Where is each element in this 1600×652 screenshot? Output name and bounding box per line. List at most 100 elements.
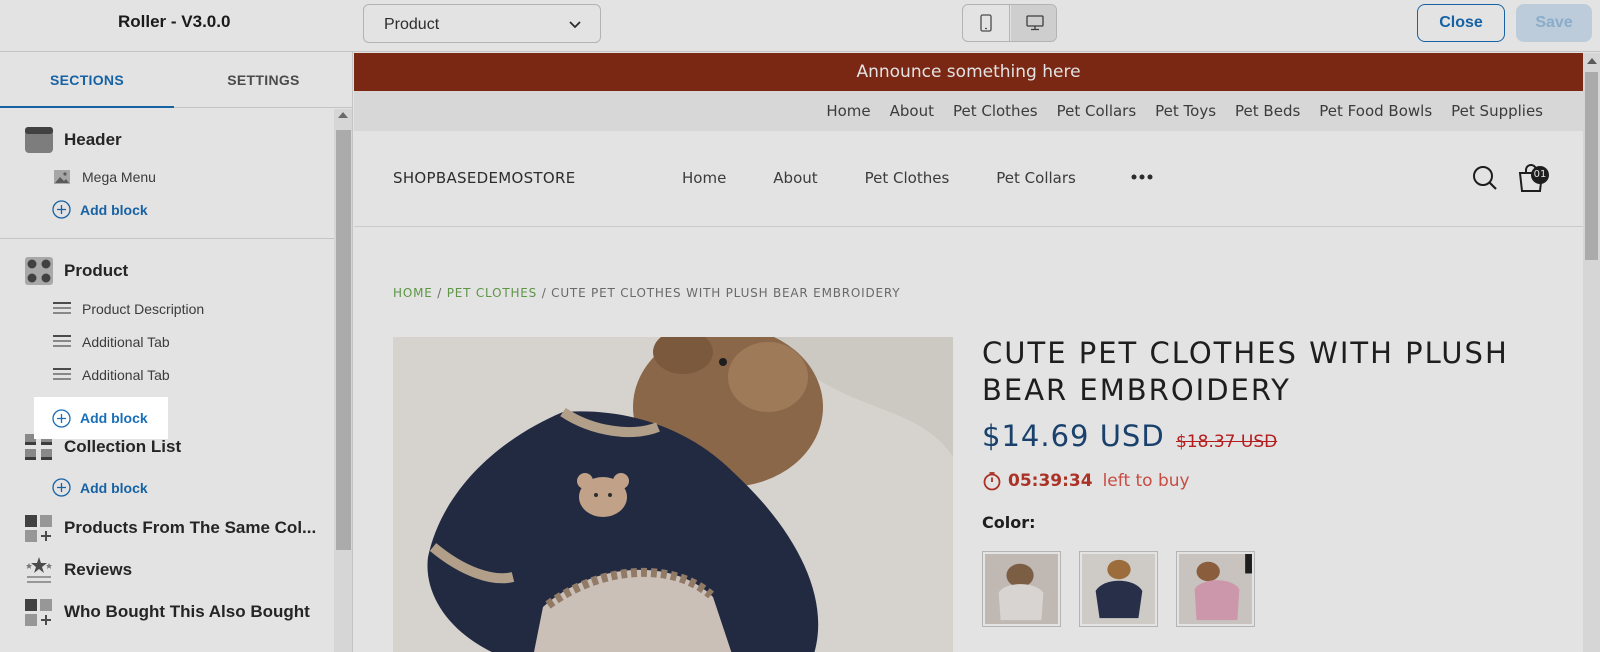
product-image[interactable]: [393, 337, 953, 652]
divider: [0, 238, 334, 239]
block-label: Additional Tab: [82, 367, 170, 383]
top-nav-pet-toys[interactable]: Pet Toys: [1155, 102, 1216, 120]
section-label: Reviews: [64, 560, 133, 579]
breadcrumb-category[interactable]: PET CLOTHES: [447, 286, 537, 300]
image-icon: [52, 167, 72, 187]
sections-panel: SECTIONS SETTINGS Header Mega Menu Add b…: [0, 52, 353, 652]
add-block-label: Add block: [80, 479, 148, 496]
preview-scroll-thumb[interactable]: [1585, 72, 1598, 260]
add-block-product[interactable]: Add block: [34, 397, 168, 439]
main-nav-pet-collars[interactable]: Pet Collars: [996, 169, 1076, 187]
color-swatch-navy[interactable]: [1079, 551, 1158, 627]
swatch-image: [985, 554, 1058, 624]
stopwatch-icon: [983, 472, 1001, 491]
store-header: SHOPBASEDEMOSTORE Home About Pet Clothes…: [354, 131, 1583, 227]
block-additional-tab[interactable]: Additional Tab: [52, 332, 170, 352]
close-button[interactable]: Close: [1417, 4, 1505, 42]
color-swatch-white[interactable]: [982, 551, 1061, 627]
app-title: Roller - V3.0.0: [118, 12, 231, 31]
chevron-down-icon: [569, 21, 581, 29]
color-label: Color:: [982, 513, 1036, 532]
store-preview: Announce something here Home About Pet C…: [354, 53, 1583, 652]
breadcrumb-home[interactable]: HOME: [393, 286, 433, 300]
breadcrumb-separator: /: [537, 286, 552, 300]
search-icon[interactable]: [1472, 165, 1498, 191]
text-lines-icon: [52, 332, 72, 352]
color-swatch-pink[interactable]: [1176, 551, 1255, 627]
top-nav-home[interactable]: Home: [826, 102, 870, 120]
top-nav-pet-food-bowls[interactable]: Pet Food Bowls: [1319, 102, 1432, 120]
section-products-same-collection[interactable]: Products From The Same Col...: [24, 513, 316, 543]
main-nav-pet-clothes[interactable]: Pet Clothes: [865, 169, 950, 187]
product-grid-plus-icon: [24, 513, 54, 543]
save-button[interactable]: Save: [1516, 4, 1592, 42]
section-reviews[interactable]: Reviews: [24, 555, 132, 585]
plus-circle-icon: [52, 408, 71, 428]
panel-scroll-thumb[interactable]: [336, 130, 351, 550]
top-nav-pet-collars[interactable]: Pet Collars: [1057, 102, 1137, 120]
product-grid-plus-icon: [24, 597, 54, 627]
block-product-description[interactable]: Product Description: [52, 299, 204, 319]
cart-count-badge: 01: [1531, 166, 1549, 184]
countdown-suffix: left to buy: [1102, 471, 1190, 491]
header-section-icon: [24, 125, 54, 155]
breadcrumb-current: CUTE PET CLOTHES WITH PLUSH BEAR EMBROID…: [551, 286, 901, 300]
section-header[interactable]: Header: [24, 125, 122, 155]
plus-circle-icon: [52, 200, 71, 219]
desktop-view-button[interactable]: [1011, 5, 1056, 41]
editor-toolbar: Roller - V3.0.0 Product Close Save: [0, 0, 1600, 52]
section-who-bought[interactable]: Who Bought This Also Bought: [24, 597, 310, 627]
add-block-header[interactable]: Add block: [52, 200, 148, 219]
mobile-icon: [980, 14, 992, 32]
top-nav-pet-supplies[interactable]: Pet Supplies: [1451, 102, 1543, 120]
desktop-icon: [1025, 15, 1044, 31]
section-product[interactable]: Product: [24, 256, 128, 286]
tab-settings[interactable]: SETTINGS: [174, 52, 352, 108]
page-type-select[interactable]: Product: [363, 4, 601, 43]
mobile-view-button[interactable]: [963, 5, 1010, 41]
store-logo[interactable]: SHOPBASEDEMOSTORE: [393, 169, 575, 187]
block-mega-menu[interactable]: Mega Menu: [52, 167, 156, 187]
block-additional-tab[interactable]: Additional Tab: [52, 365, 170, 385]
text-lines-icon: [52, 299, 72, 319]
main-nav-home[interactable]: Home: [682, 169, 726, 187]
countdown-timer: 05:39:34 left to buy: [982, 471, 1190, 491]
tab-sections[interactable]: SECTIONS: [0, 52, 174, 108]
swatch-image: [1082, 554, 1155, 624]
announcement-bar: Announce something here: [354, 53, 1583, 91]
breadcrumb: HOME / PET CLOTHES / CUTE PET CLOTHES WI…: [393, 286, 900, 300]
breadcrumb-separator: /: [432, 286, 447, 300]
swatch-image: [1179, 554, 1252, 624]
panel-tabs: SECTIONS SETTINGS: [0, 52, 352, 108]
page-type-value: Product: [384, 16, 440, 33]
scroll-up-arrow[interactable]: [338, 112, 348, 118]
add-block-collection-list[interactable]: Add block: [52, 478, 148, 497]
top-nav: Home About Pet Clothes Pet Collars Pet T…: [354, 91, 1583, 131]
block-label: Additional Tab: [82, 334, 170, 350]
product-section-icon: [24, 256, 54, 286]
top-nav-about[interactable]: About: [890, 102, 934, 120]
block-label: Mega Menu: [82, 169, 156, 185]
section-label: Header: [64, 130, 122, 149]
top-nav-pet-beds[interactable]: Pet Beds: [1235, 102, 1300, 120]
compare-at-price: $18.37 USD: [1176, 432, 1278, 452]
add-block-label: Add block: [80, 410, 148, 426]
text-lines-icon: [52, 365, 72, 385]
product-price: $14.69 USD: [982, 419, 1165, 453]
section-label: Collection List: [64, 437, 182, 456]
device-toggle: [962, 4, 1057, 42]
section-tree: Header Mega Menu Add block Product Produ…: [0, 109, 334, 652]
product-photo: [393, 337, 953, 652]
scroll-up-arrow[interactable]: [1587, 58, 1597, 64]
section-label: Who Bought This Also Bought: [64, 602, 310, 621]
section-label: Product: [64, 261, 129, 280]
top-nav-pet-clothes[interactable]: Pet Clothes: [953, 102, 1038, 120]
more-menu-icon[interactable]: [1130, 167, 1154, 187]
main-nav: Home About Pet Clothes Pet Collars: [682, 169, 1076, 187]
add-block-label: Add block: [80, 201, 148, 218]
countdown-value: 05:39:34: [1008, 471, 1093, 491]
section-label: Products From The Same Col...: [64, 518, 317, 537]
block-label: Product Description: [82, 301, 205, 317]
reviews-stars-icon: [24, 555, 54, 585]
main-nav-about[interactable]: About: [773, 169, 817, 187]
